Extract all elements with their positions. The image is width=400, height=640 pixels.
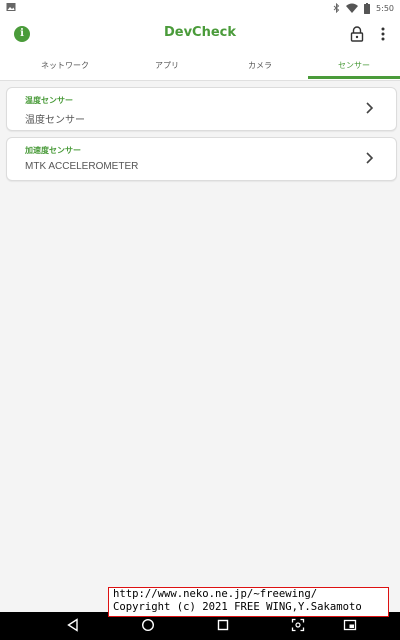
battery-icon — [364, 2, 371, 14]
sensor-card-temperature[interactable]: 温度センサー 温度センサー — [6, 87, 397, 131]
chevron-right-icon — [366, 102, 374, 114]
status-bar: 5:50 — [0, 0, 400, 16]
wifi-icon — [346, 3, 359, 13]
image-icon — [6, 3, 16, 11]
status-icons: 5:50 — [333, 1, 394, 15]
sensor-card-value: 温度センサー — [25, 115, 85, 126]
tab-indicator — [308, 76, 400, 79]
sensor-card-title: 加速度センサー — [25, 146, 81, 155]
sensor-card-title: 温度センサー — [25, 96, 73, 105]
chevron-right-icon — [366, 152, 374, 164]
lock-icon[interactable] — [350, 26, 364, 42]
tab-network[interactable]: ネットワーク — [20, 56, 110, 79]
bluetooth-icon — [333, 3, 340, 13]
app-bar: i DevCheck — [0, 16, 400, 56]
home-icon[interactable] — [141, 618, 155, 632]
watermark-copyright: Copyright (c) 2021 FREE WING,Y.Sakamoto — [113, 601, 362, 613]
screenshot-icon[interactable] — [291, 618, 305, 632]
watermark-url: http://www.neko.ne.jp/~freewing/ — [113, 588, 318, 600]
overflow-menu-icon[interactable] — [379, 26, 387, 42]
sensor-card-accelerometer[interactable]: 加速度センサー MTK ACCELEROMETER — [6, 137, 397, 181]
status-time: 5:50 — [376, 3, 394, 13]
tab-camera[interactable]: カメラ — [215, 56, 305, 79]
window-icon[interactable] — [343, 618, 357, 632]
sensor-card-value: MTK ACCELEROMETER — [25, 161, 139, 172]
app-title: DevCheck — [163, 25, 237, 40]
back-icon[interactable] — [66, 618, 80, 632]
watermark-box: http://www.neko.ne.jp/~freewing/ Copyrig… — [108, 587, 389, 617]
tab-apps[interactable]: アプリ — [122, 56, 212, 79]
recents-icon[interactable] — [216, 618, 230, 632]
